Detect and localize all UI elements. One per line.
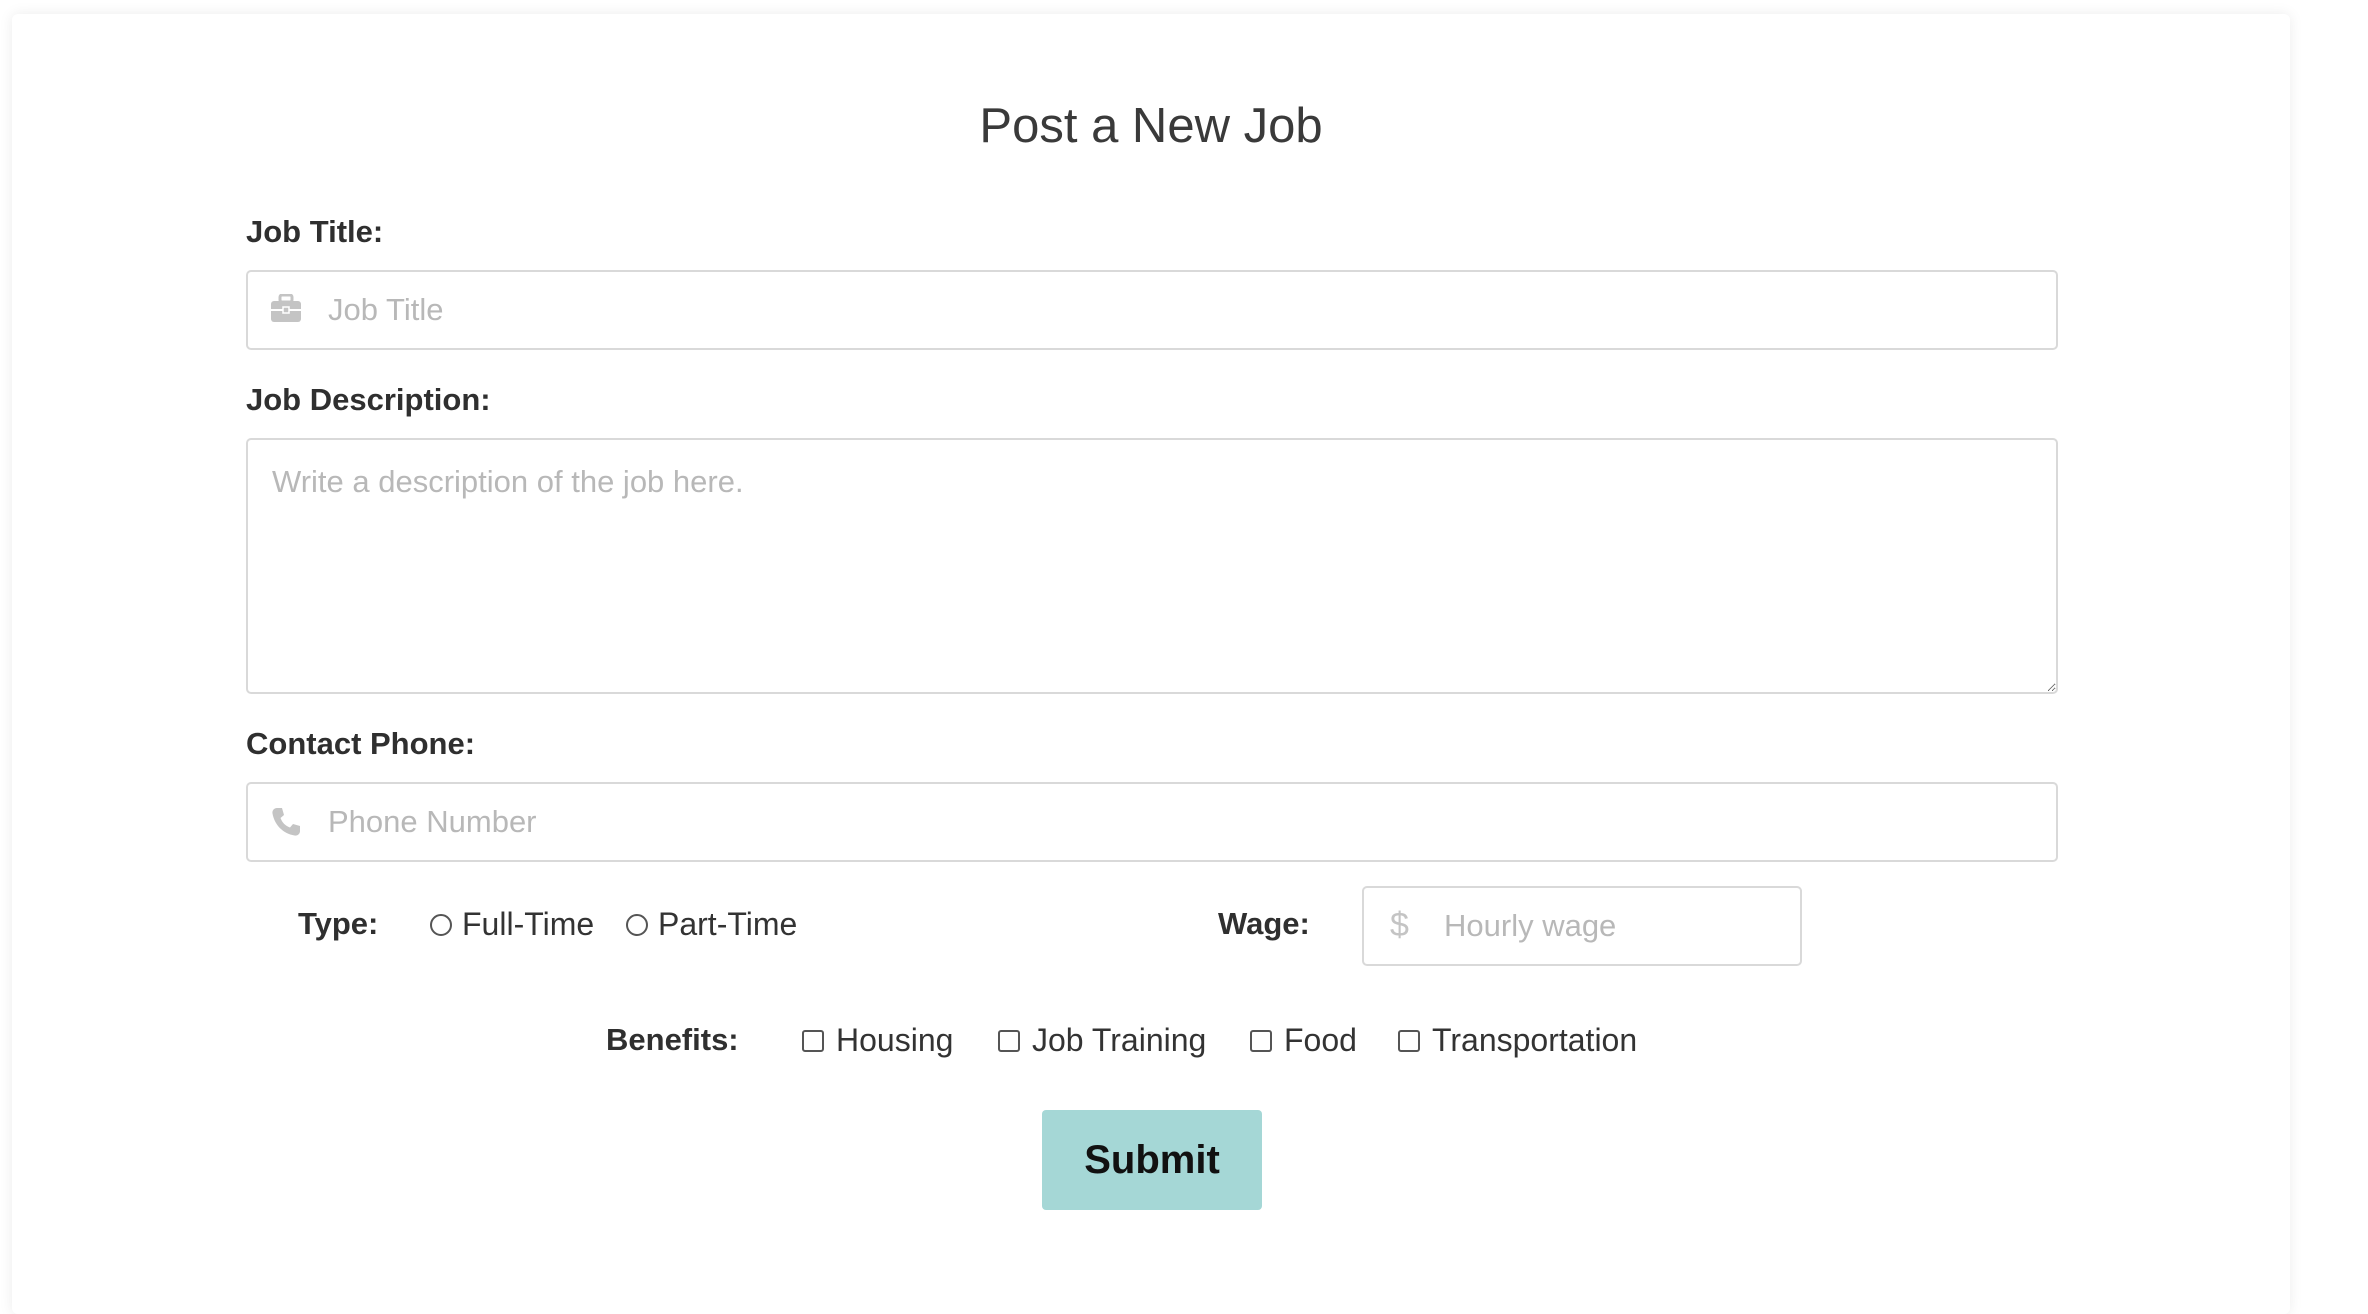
- briefcase-icon: [270, 293, 302, 329]
- radio-full-time-label: Full-Time: [462, 906, 595, 942]
- page-title: Post a New Job: [979, 99, 1323, 153]
- job-title-input[interactable]: [246, 270, 2058, 350]
- wage-label: Wage:: [1218, 906, 1310, 941]
- wage-input[interactable]: [1362, 886, 1802, 966]
- radio-part-time[interactable]: Part-Time: [626, 906, 797, 943]
- checkbox-housing[interactable]: Housing: [802, 1022, 953, 1059]
- checkbox-food-label: Food: [1284, 1022, 1357, 1058]
- checkbox-job-training[interactable]: Job Training: [998, 1022, 1206, 1059]
- radio-full-time[interactable]: Full-Time: [430, 906, 594, 943]
- job-description-textarea[interactable]: [246, 438, 2058, 694]
- benefits-label: Benefits:: [606, 1022, 739, 1057]
- checkbox[interactable]: [1250, 1029, 1272, 1052]
- phone-input[interactable]: [246, 782, 2058, 862]
- checkbox-job-training-label: Job Training: [1032, 1022, 1207, 1058]
- checkbox[interactable]: [998, 1029, 1020, 1052]
- job-title-label: Job Title:: [246, 214, 384, 249]
- type-label: Type:: [298, 906, 379, 941]
- job-description-label: Job Description:: [246, 382, 491, 417]
- dollar-icon: $: [1390, 906, 1409, 944]
- checkbox-housing-label: Housing: [836, 1022, 954, 1058]
- checkbox-food[interactable]: Food: [1250, 1022, 1357, 1059]
- checkbox[interactable]: [802, 1029, 824, 1052]
- checkbox[interactable]: [1398, 1029, 1420, 1052]
- contact-phone-label: Contact Phone:: [246, 726, 476, 761]
- radio-button[interactable]: [430, 913, 452, 936]
- submit-button[interactable]: Submit: [1042, 1110, 1262, 1210]
- checkbox-transportation-label: Transportation: [1432, 1022, 1638, 1058]
- radio-button[interactable]: [626, 913, 648, 936]
- radio-part-time-label: Part-Time: [658, 906, 798, 942]
- phone-icon: [270, 806, 302, 843]
- checkbox-transportation[interactable]: Transportation: [1398, 1022, 1637, 1059]
